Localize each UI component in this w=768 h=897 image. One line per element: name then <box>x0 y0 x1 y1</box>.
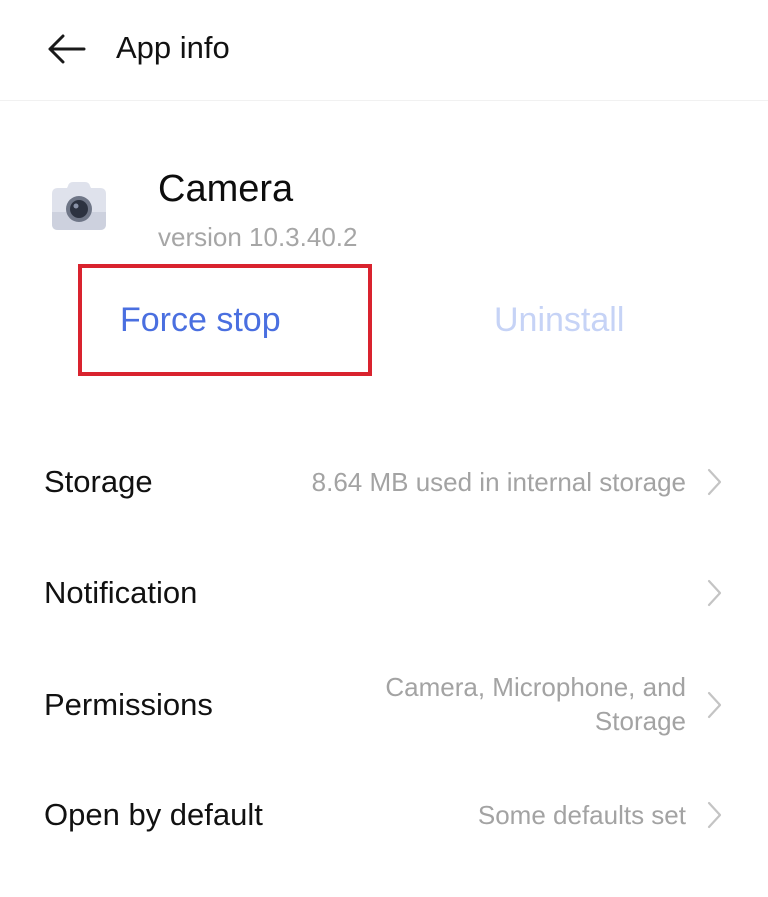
back-button[interactable] <box>40 26 92 72</box>
open-by-default-label: Open by default <box>44 797 263 832</box>
permissions-row[interactable]: Permissions Camera, Microphone, and Stor… <box>0 667 768 743</box>
notification-label: Notification <box>44 575 198 610</box>
permissions-value: Camera, Microphone, and Storage <box>385 670 686 738</box>
page-title: App info <box>116 30 230 65</box>
back-arrow-icon <box>48 34 86 64</box>
storage-label: Storage <box>44 464 153 499</box>
app-version: version 10.3.40.2 <box>158 222 358 252</box>
chevron-right-icon <box>707 468 722 496</box>
uninstall-button[interactable]: Uninstall <box>494 299 624 341</box>
permissions-value-line2: Storage <box>594 706 686 736</box>
storage-row[interactable]: Storage 8.64 MB used in internal storage <box>0 450 768 514</box>
chevron-right-icon <box>707 579 722 607</box>
notification-row[interactable]: Notification <box>0 561 768 625</box>
chevron-right-icon <box>707 801 722 829</box>
storage-value: 8.64 MB used in internal storage <box>311 467 686 497</box>
app-name: Camera <box>158 168 294 210</box>
chevron-right-icon <box>707 691 722 719</box>
permissions-value-line1: Camera, Microphone, and <box>385 672 686 702</box>
open-by-default-value: Some defaults set <box>477 800 686 830</box>
force-stop-button[interactable]: Force stop <box>120 299 281 341</box>
open-by-default-row[interactable]: Open by default Some defaults set <box>0 783 768 847</box>
permissions-label: Permissions <box>44 687 213 722</box>
camera-app-icon <box>50 180 108 232</box>
app-bar: App info <box>0 0 768 101</box>
